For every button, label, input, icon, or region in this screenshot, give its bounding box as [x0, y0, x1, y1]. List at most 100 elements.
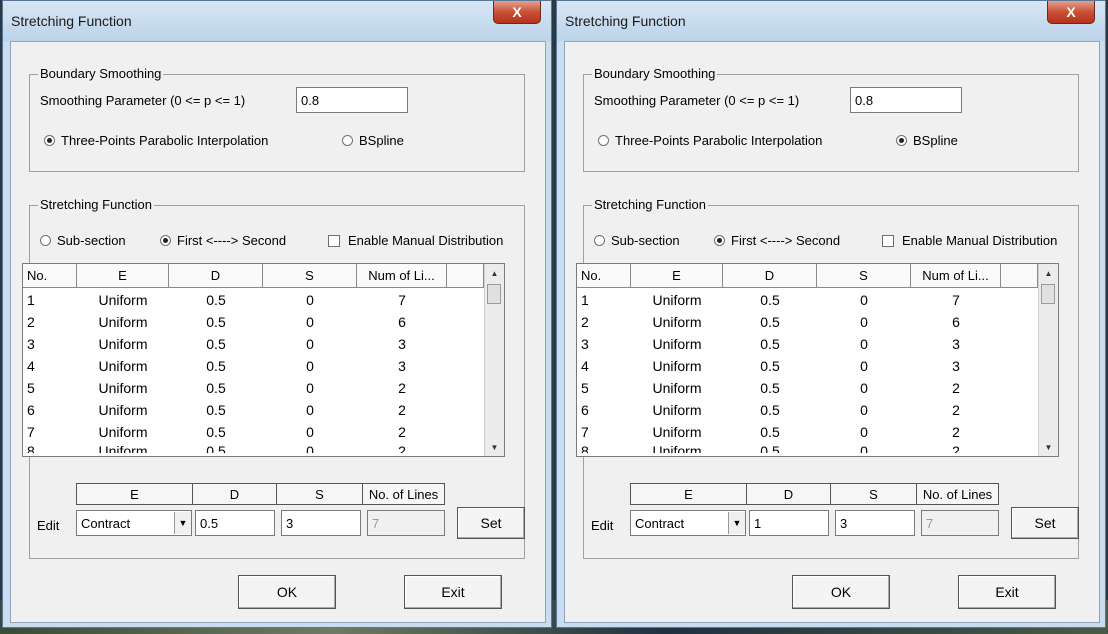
- enable-manual-label: Enable Manual Distribution: [902, 233, 1058, 248]
- radio-bspline-dot[interactable]: [896, 135, 907, 146]
- scroll-up-icon[interactable]: ▲: [485, 264, 504, 282]
- radio-subsection-dot[interactable]: [594, 235, 605, 246]
- scroll-down-icon[interactable]: ▼: [1039, 438, 1058, 456]
- distribution-table[interactable]: No. E D S Num of Li... 1 Uniform 0.5 0 7 2 Uniform…: [22, 263, 505, 457]
- table-row[interactable]: 2 Uniform 0.5 0 6: [23, 311, 484, 333]
- table-row[interactable]: 8 Uniform 0.5 0 2: [577, 443, 1038, 453]
- edit-header-s: S: [277, 483, 363, 505]
- table-scrollbar[interactable]: ▲ ▼: [1038, 264, 1058, 456]
- table-cell: 0: [306, 314, 314, 330]
- close-button[interactable]: X: [493, 1, 541, 24]
- table-row[interactable]: 4 Uniform 0.5 0 3: [577, 355, 1038, 377]
- scroll-thumb[interactable]: [487, 284, 501, 304]
- column-header[interactable]: E: [631, 264, 723, 288]
- radio-first-second[interactable]: First <----> Second: [160, 233, 286, 248]
- column-header[interactable]: No.: [577, 264, 631, 288]
- edit-header-s: S: [831, 483, 917, 505]
- table-row[interactable]: 3 Uniform 0.5 0 3: [23, 333, 484, 355]
- scroll-up-icon[interactable]: ▲: [1039, 264, 1058, 282]
- radio-parabolic-dot[interactable]: [598, 135, 609, 146]
- radio-parabolic[interactable]: Three-Points Parabolic Interpolation: [598, 133, 822, 148]
- column-header[interactable]: D: [169, 264, 263, 288]
- distribution-table[interactable]: No. E D S Num of Li... 1 Uniform 0.5 0 7 2 Uniform…: [576, 263, 1059, 457]
- enable-manual-distribution-checkbox[interactable]: Enable Manual Distribution: [882, 233, 1057, 248]
- chevron-down-icon[interactable]: ▼: [728, 512, 745, 534]
- radio-subsection[interactable]: Sub-section: [40, 233, 126, 248]
- d-input[interactable]: [749, 510, 829, 536]
- table-cell: 0: [306, 292, 314, 308]
- column-header[interactable]: E: [77, 264, 169, 288]
- scroll-thumb[interactable]: [1041, 284, 1055, 304]
- exit-button[interactable]: Exit: [404, 575, 502, 609]
- table-cell: 0.5: [760, 292, 780, 308]
- e-combobox[interactable]: Contract ▼: [630, 510, 746, 536]
- close-button[interactable]: X: [1047, 1, 1095, 24]
- title-bar[interactable]: Stretching Function X: [3, 1, 551, 41]
- table-scrollbar[interactable]: ▲ ▼: [484, 264, 504, 456]
- set-button[interactable]: Set: [457, 507, 525, 539]
- edit-label: Edit: [37, 518, 60, 533]
- smoothing-parameter-input[interactable]: [296, 87, 408, 113]
- enable-manual-checkbox-box[interactable]: [328, 234, 340, 247]
- ok-button[interactable]: OK: [792, 575, 890, 609]
- title-bar[interactable]: Stretching Function X: [557, 1, 1105, 41]
- table-row[interactable]: 2 Uniform 0.5 0 6: [577, 311, 1038, 333]
- radio-bspline-label: BSpline: [913, 133, 958, 148]
- table-cell: 3: [952, 358, 960, 374]
- radio-first-second-dot[interactable]: [714, 235, 725, 246]
- exit-button[interactable]: Exit: [958, 575, 1056, 609]
- table-cell: Uniform: [652, 292, 702, 308]
- radio-parabolic[interactable]: Three-Points Parabolic Interpolation: [44, 133, 268, 148]
- set-button[interactable]: Set: [1011, 507, 1079, 539]
- ok-button[interactable]: OK: [238, 575, 336, 609]
- column-header[interactable]: Num of Li...: [911, 264, 1001, 288]
- e-combobox[interactable]: Contract ▼: [76, 510, 192, 536]
- table-row[interactable]: 1 Uniform 0.5 0 7: [23, 289, 484, 311]
- table-row[interactable]: 5 Uniform 0.5 0 2: [577, 377, 1038, 399]
- edit-header: E D S No. of Lines: [630, 483, 999, 505]
- scroll-down-icon[interactable]: ▼: [485, 438, 504, 456]
- table-row[interactable]: 7 Uniform 0.5 0 2: [577, 421, 1038, 443]
- enable-manual-checkbox-box[interactable]: [882, 234, 894, 247]
- radio-first-second[interactable]: First <----> Second: [714, 233, 840, 248]
- table-row[interactable]: 6 Uniform 0.5 0 2: [23, 399, 484, 421]
- table-row[interactable]: 1 Uniform 0.5 0 7: [577, 289, 1038, 311]
- radio-bspline[interactable]: BSpline: [342, 133, 404, 148]
- column-header[interactable]: S: [817, 264, 911, 288]
- edit-header-e: E: [76, 483, 193, 505]
- table-row[interactable]: 4 Uniform 0.5 0 3: [23, 355, 484, 377]
- table-cell: 0.5: [206, 336, 226, 352]
- column-header-filler: [1001, 264, 1038, 288]
- table-cell: 5: [27, 380, 35, 396]
- column-header[interactable]: D: [723, 264, 817, 288]
- radio-bspline[interactable]: BSpline: [896, 133, 958, 148]
- smoothing-parameter-input[interactable]: [850, 87, 962, 113]
- table-row[interactable]: 7 Uniform 0.5 0 2: [23, 421, 484, 443]
- radio-subsection[interactable]: Sub-section: [594, 233, 680, 248]
- radio-bspline-dot[interactable]: [342, 135, 353, 146]
- radio-subsection-dot[interactable]: [40, 235, 51, 246]
- column-header[interactable]: Num of Li...: [357, 264, 447, 288]
- s-input[interactable]: [835, 510, 915, 536]
- column-header[interactable]: No.: [23, 264, 77, 288]
- table-row[interactable]: 6 Uniform 0.5 0 2: [577, 399, 1038, 421]
- radio-parabolic-dot[interactable]: [44, 135, 55, 146]
- table-cell: Uniform: [652, 336, 702, 352]
- table-cell: 1: [27, 292, 35, 308]
- table-cell: Uniform: [98, 314, 148, 330]
- radio-subsection-label: Sub-section: [57, 233, 126, 248]
- table-cell: 0: [306, 402, 314, 418]
- table-cell: 0: [306, 358, 314, 374]
- smoothing-parameter-label: Smoothing Parameter (0 <= p <= 1): [40, 93, 246, 108]
- table-body: 1 Uniform 0.5 0 7 2 Uniform 0.5 0 6 3 Uniform 0.5 0 3 4…: [577, 289, 1038, 453]
- table-row[interactable]: 8 Uniform 0.5 0 2: [23, 443, 484, 453]
- d-input[interactable]: [195, 510, 275, 536]
- column-header[interactable]: S: [263, 264, 357, 288]
- enable-manual-distribution-checkbox[interactable]: Enable Manual Distribution: [328, 233, 503, 248]
- s-input[interactable]: [281, 510, 361, 536]
- table-cell: 5: [581, 380, 589, 396]
- chevron-down-icon[interactable]: ▼: [174, 512, 191, 534]
- table-row[interactable]: 5 Uniform 0.5 0 2: [23, 377, 484, 399]
- radio-first-second-dot[interactable]: [160, 235, 171, 246]
- table-row[interactable]: 3 Uniform 0.5 0 3: [577, 333, 1038, 355]
